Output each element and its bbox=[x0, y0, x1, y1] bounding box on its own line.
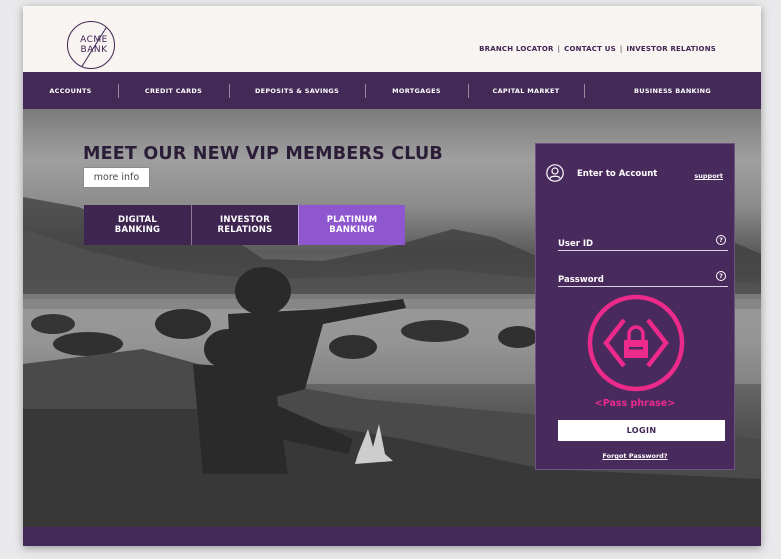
main-nav: ACCOUNTS CREDIT CARDS DEPOSITS & SAVINGS… bbox=[23, 72, 761, 109]
tile-line: DIGITAL bbox=[118, 215, 157, 225]
user-icon bbox=[546, 164, 564, 182]
nav-item-business-banking[interactable]: BUSINESS BANKING bbox=[584, 72, 761, 109]
help-icon[interactable]: ? bbox=[716, 235, 726, 245]
login-panel: Enter to Account support ? ? <Pass phras… bbox=[535, 143, 735, 470]
more-info-button[interactable]: more info bbox=[83, 167, 150, 188]
login-title: Enter to Account bbox=[577, 169, 658, 179]
nav-item-mortgages[interactable]: MORTGAGES bbox=[365, 72, 468, 109]
tile-line: BANKING bbox=[114, 225, 161, 235]
login-button[interactable]: LOGIN bbox=[558, 420, 725, 441]
logo-text: ACME BANK bbox=[77, 35, 111, 55]
nav-item-credit-cards[interactable]: CREDIT CARDS bbox=[118, 72, 229, 109]
logo-line1: ACME bbox=[80, 35, 108, 45]
tile-line: INVESTOR bbox=[220, 215, 270, 225]
nav-item-accounts[interactable]: ACCOUNTS bbox=[23, 72, 118, 109]
branch-locator-link[interactable]: BRANCH LOCATOR bbox=[479, 45, 554, 53]
contact-us-link[interactable]: CONTACT US bbox=[564, 45, 616, 53]
tile-line: BANKING bbox=[329, 225, 375, 235]
password-field: ? bbox=[558, 267, 728, 289]
tile-platinum-banking[interactable]: PLATINUM BANKING bbox=[298, 205, 405, 245]
investor-relations-link[interactable]: INVESTOR RELATIONS bbox=[626, 45, 716, 53]
tile-investor-relations[interactable]: INVESTOR RELATIONS bbox=[191, 205, 298, 245]
link-separator: | bbox=[619, 45, 623, 53]
nav-item-capital-market[interactable]: CAPITAL MARKET bbox=[468, 72, 584, 109]
field-underline bbox=[558, 286, 728, 287]
link-separator: | bbox=[557, 45, 561, 53]
tile-digital-banking[interactable]: DIGITAL BANKING bbox=[84, 205, 191, 245]
acme-bank-logo[interactable]: ACME BANK bbox=[67, 21, 115, 69]
tile-line: RELATIONS bbox=[217, 225, 273, 235]
top-links: BRANCH LOCATOR | CONTACT US | INVESTOR RELAT… bbox=[479, 45, 716, 53]
hero-title: MEET OUR NEW VIP MEMBERS CLUB bbox=[83, 144, 443, 164]
hero-tiles: DIGITAL BANKING INVESTOR RELATIONS PLATINU… bbox=[84, 205, 405, 245]
field-underline bbox=[558, 250, 728, 251]
user-id-field: ? bbox=[558, 231, 728, 253]
site-header: ACME BANK BRANCH LOCATOR | CONTACT US | INVE… bbox=[23, 6, 761, 73]
footer-band bbox=[23, 527, 761, 546]
logo-line2: BANK bbox=[80, 45, 108, 55]
help-icon[interactable]: ? bbox=[716, 271, 726, 281]
tile-line: PLATINUM bbox=[326, 215, 378, 225]
nav-item-deposits-savings[interactable]: DEPOSITS & SAVINGS bbox=[229, 72, 365, 109]
pass-phrase-label: <Pass phrase> bbox=[594, 398, 676, 409]
bank-homepage: ACME BANK BRANCH LOCATOR | CONTACT US | INVE… bbox=[23, 6, 761, 546]
forgot-password-link[interactable]: Forgot Password? bbox=[536, 452, 734, 460]
support-link[interactable]: support bbox=[694, 172, 723, 180]
lock-icon[interactable] bbox=[586, 293, 686, 393]
